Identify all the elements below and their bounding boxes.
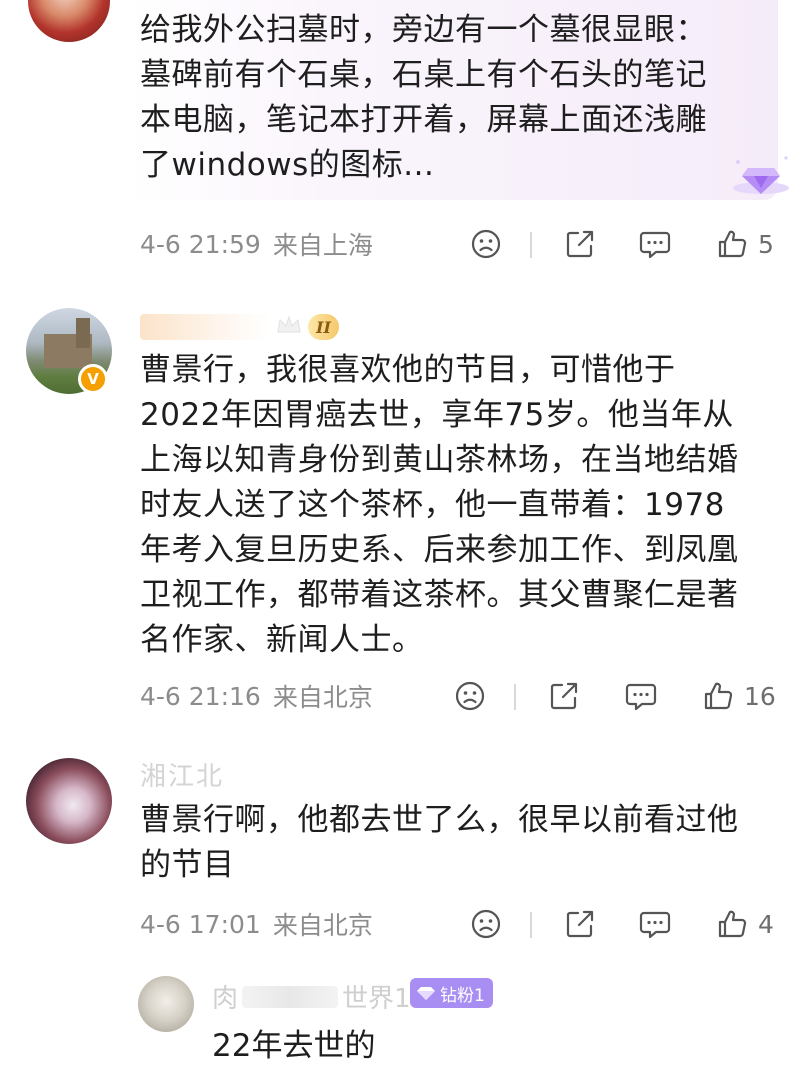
avatar[interactable] bbox=[28, 0, 110, 42]
fan-badge: 钻粉1 bbox=[410, 978, 493, 1008]
fan-badge-label: 钻粉1 bbox=[440, 985, 485, 1006]
level-badge: II bbox=[308, 314, 339, 340]
avatar-tower bbox=[76, 318, 90, 348]
avatar[interactable] bbox=[26, 758, 112, 844]
avatar[interactable] bbox=[138, 976, 194, 1032]
comment-button[interactable] bbox=[624, 676, 658, 716]
reply: 肉 世界1 钻粉1 22年去世的 bbox=[0, 960, 805, 1083]
divider bbox=[514, 684, 516, 710]
dislike-button[interactable] bbox=[470, 904, 502, 944]
comment-line: 时友人送了这个茶杯，他一直带着：1978 bbox=[140, 487, 725, 523]
comment-line: 2022年因胃癌去世，享年75岁。他当年从 bbox=[140, 397, 734, 433]
comment-text: 曹景行啊，他都去世了么，很早以前看过他 的节目 bbox=[140, 798, 739, 888]
thumbs-up-icon bbox=[704, 682, 733, 710]
comment-meta: 4-6 21:59 来自上海 5 bbox=[140, 224, 785, 264]
dislike-button[interactable] bbox=[470, 224, 502, 264]
comment-2: V II 曹景行，我很喜欢他的节目，可惜他于 2022年因胃癌去世，享年75岁。… bbox=[0, 280, 805, 730]
comment-line: 给我外公扫墓时，旁边有一个墓很显眼： bbox=[140, 12, 707, 48]
comment-3: 湘江北 曹景行啊，他都去世了么，很早以前看过他 的节目 4-6 17:01 来自… bbox=[0, 730, 805, 960]
comment-time: 4-6 21:16 bbox=[140, 681, 261, 711]
comment-line: 年考入复旦历史系、后来参加工作、到凤凰 bbox=[140, 532, 739, 568]
like-count: 5 bbox=[758, 229, 774, 259]
comment-time: 4-6 21:59 bbox=[140, 229, 261, 259]
comment-1: 给我外公扫墓时，旁边有一个墓很显眼： 墓碑前有个石桌，石桌上有个石头的笔记 本电… bbox=[0, 0, 805, 280]
share-button[interactable] bbox=[564, 224, 596, 264]
comment-time: 4-6 17:01 bbox=[140, 909, 261, 939]
comment-line: 卫视工作，都带着这茶杯。其父曹聚仁是著 bbox=[140, 577, 739, 613]
divider bbox=[530, 232, 532, 258]
frown-icon bbox=[471, 229, 501, 259]
like-button[interactable]: 4 bbox=[716, 904, 774, 944]
share-button[interactable] bbox=[564, 904, 596, 944]
username-blur bbox=[242, 985, 339, 1008]
crown-icon bbox=[274, 310, 304, 340]
comment-button[interactable] bbox=[638, 904, 672, 944]
dislike-button[interactable] bbox=[454, 676, 486, 716]
reply-text: 22年去世的 bbox=[212, 1028, 376, 1064]
comment-line: 曹景行，我很喜欢他的节目，可惜他于 bbox=[140, 352, 676, 388]
share-icon bbox=[550, 682, 578, 710]
thumbs-up-icon bbox=[718, 910, 747, 938]
share-icon bbox=[566, 910, 594, 938]
comment-button[interactable] bbox=[638, 224, 672, 264]
comment-line: 名作家、新闻人士。 bbox=[140, 622, 424, 658]
divider bbox=[530, 912, 532, 938]
verified-badge-icon: V bbox=[78, 364, 108, 394]
comment-line: 墓碑前有个石桌，石桌上有个石头的笔记 bbox=[140, 57, 707, 93]
comment-location: 来自北京 bbox=[272, 683, 373, 712]
username[interactable]: 肉 世界1 bbox=[212, 978, 411, 1015]
diamond-icon bbox=[417, 987, 435, 1000]
comment-bubble-icon bbox=[639, 911, 671, 939]
share-icon bbox=[566, 230, 594, 258]
username-end: 世界1 bbox=[342, 984, 411, 1014]
comment-line: 的节目 bbox=[140, 847, 235, 883]
comment-line: 了windows的图标... bbox=[140, 147, 435, 183]
comment-text: 给我外公扫墓时，旁边有一个墓很显眼： 墓碑前有个石桌，石桌上有个石头的笔记 本电… bbox=[140, 8, 707, 188]
diamond-badge-icon bbox=[728, 150, 794, 200]
share-button[interactable] bbox=[548, 676, 580, 716]
username-start: 肉 bbox=[212, 984, 239, 1014]
like-button[interactable]: 5 bbox=[716, 224, 774, 264]
comment-meta: 4-6 17:01 来自北京 4 bbox=[140, 904, 785, 944]
comment-meta: 4-6 21:16 来自北京 16 bbox=[140, 676, 785, 716]
comment-line: 上海以知青身份到黄山茶林场，在当地结婚 bbox=[140, 442, 739, 478]
comment-bubble-icon bbox=[625, 683, 657, 711]
username-blurred[interactable] bbox=[140, 314, 270, 340]
frown-icon bbox=[471, 909, 501, 939]
username[interactable]: 湘江北 bbox=[140, 756, 224, 793]
frown-icon bbox=[455, 681, 485, 711]
comment-bubble-icon bbox=[639, 231, 671, 259]
comment-location: 来自上海 bbox=[272, 231, 373, 260]
like-count: 16 bbox=[744, 681, 776, 711]
thumbs-up-icon bbox=[718, 230, 747, 258]
comment-line: 曹景行啊，他都去世了么，很早以前看过他 bbox=[140, 802, 739, 838]
like-button[interactable]: 16 bbox=[702, 676, 776, 716]
comment-line: 本电脑，笔记本打开着，屏幕上面还浅雕 bbox=[140, 102, 707, 138]
comment-text: 曹景行，我很喜欢他的节目，可惜他于 2022年因胃癌去世，享年75岁。他当年从 … bbox=[140, 348, 739, 663]
like-count: 4 bbox=[758, 909, 774, 939]
comment-location: 来自北京 bbox=[272, 911, 373, 940]
